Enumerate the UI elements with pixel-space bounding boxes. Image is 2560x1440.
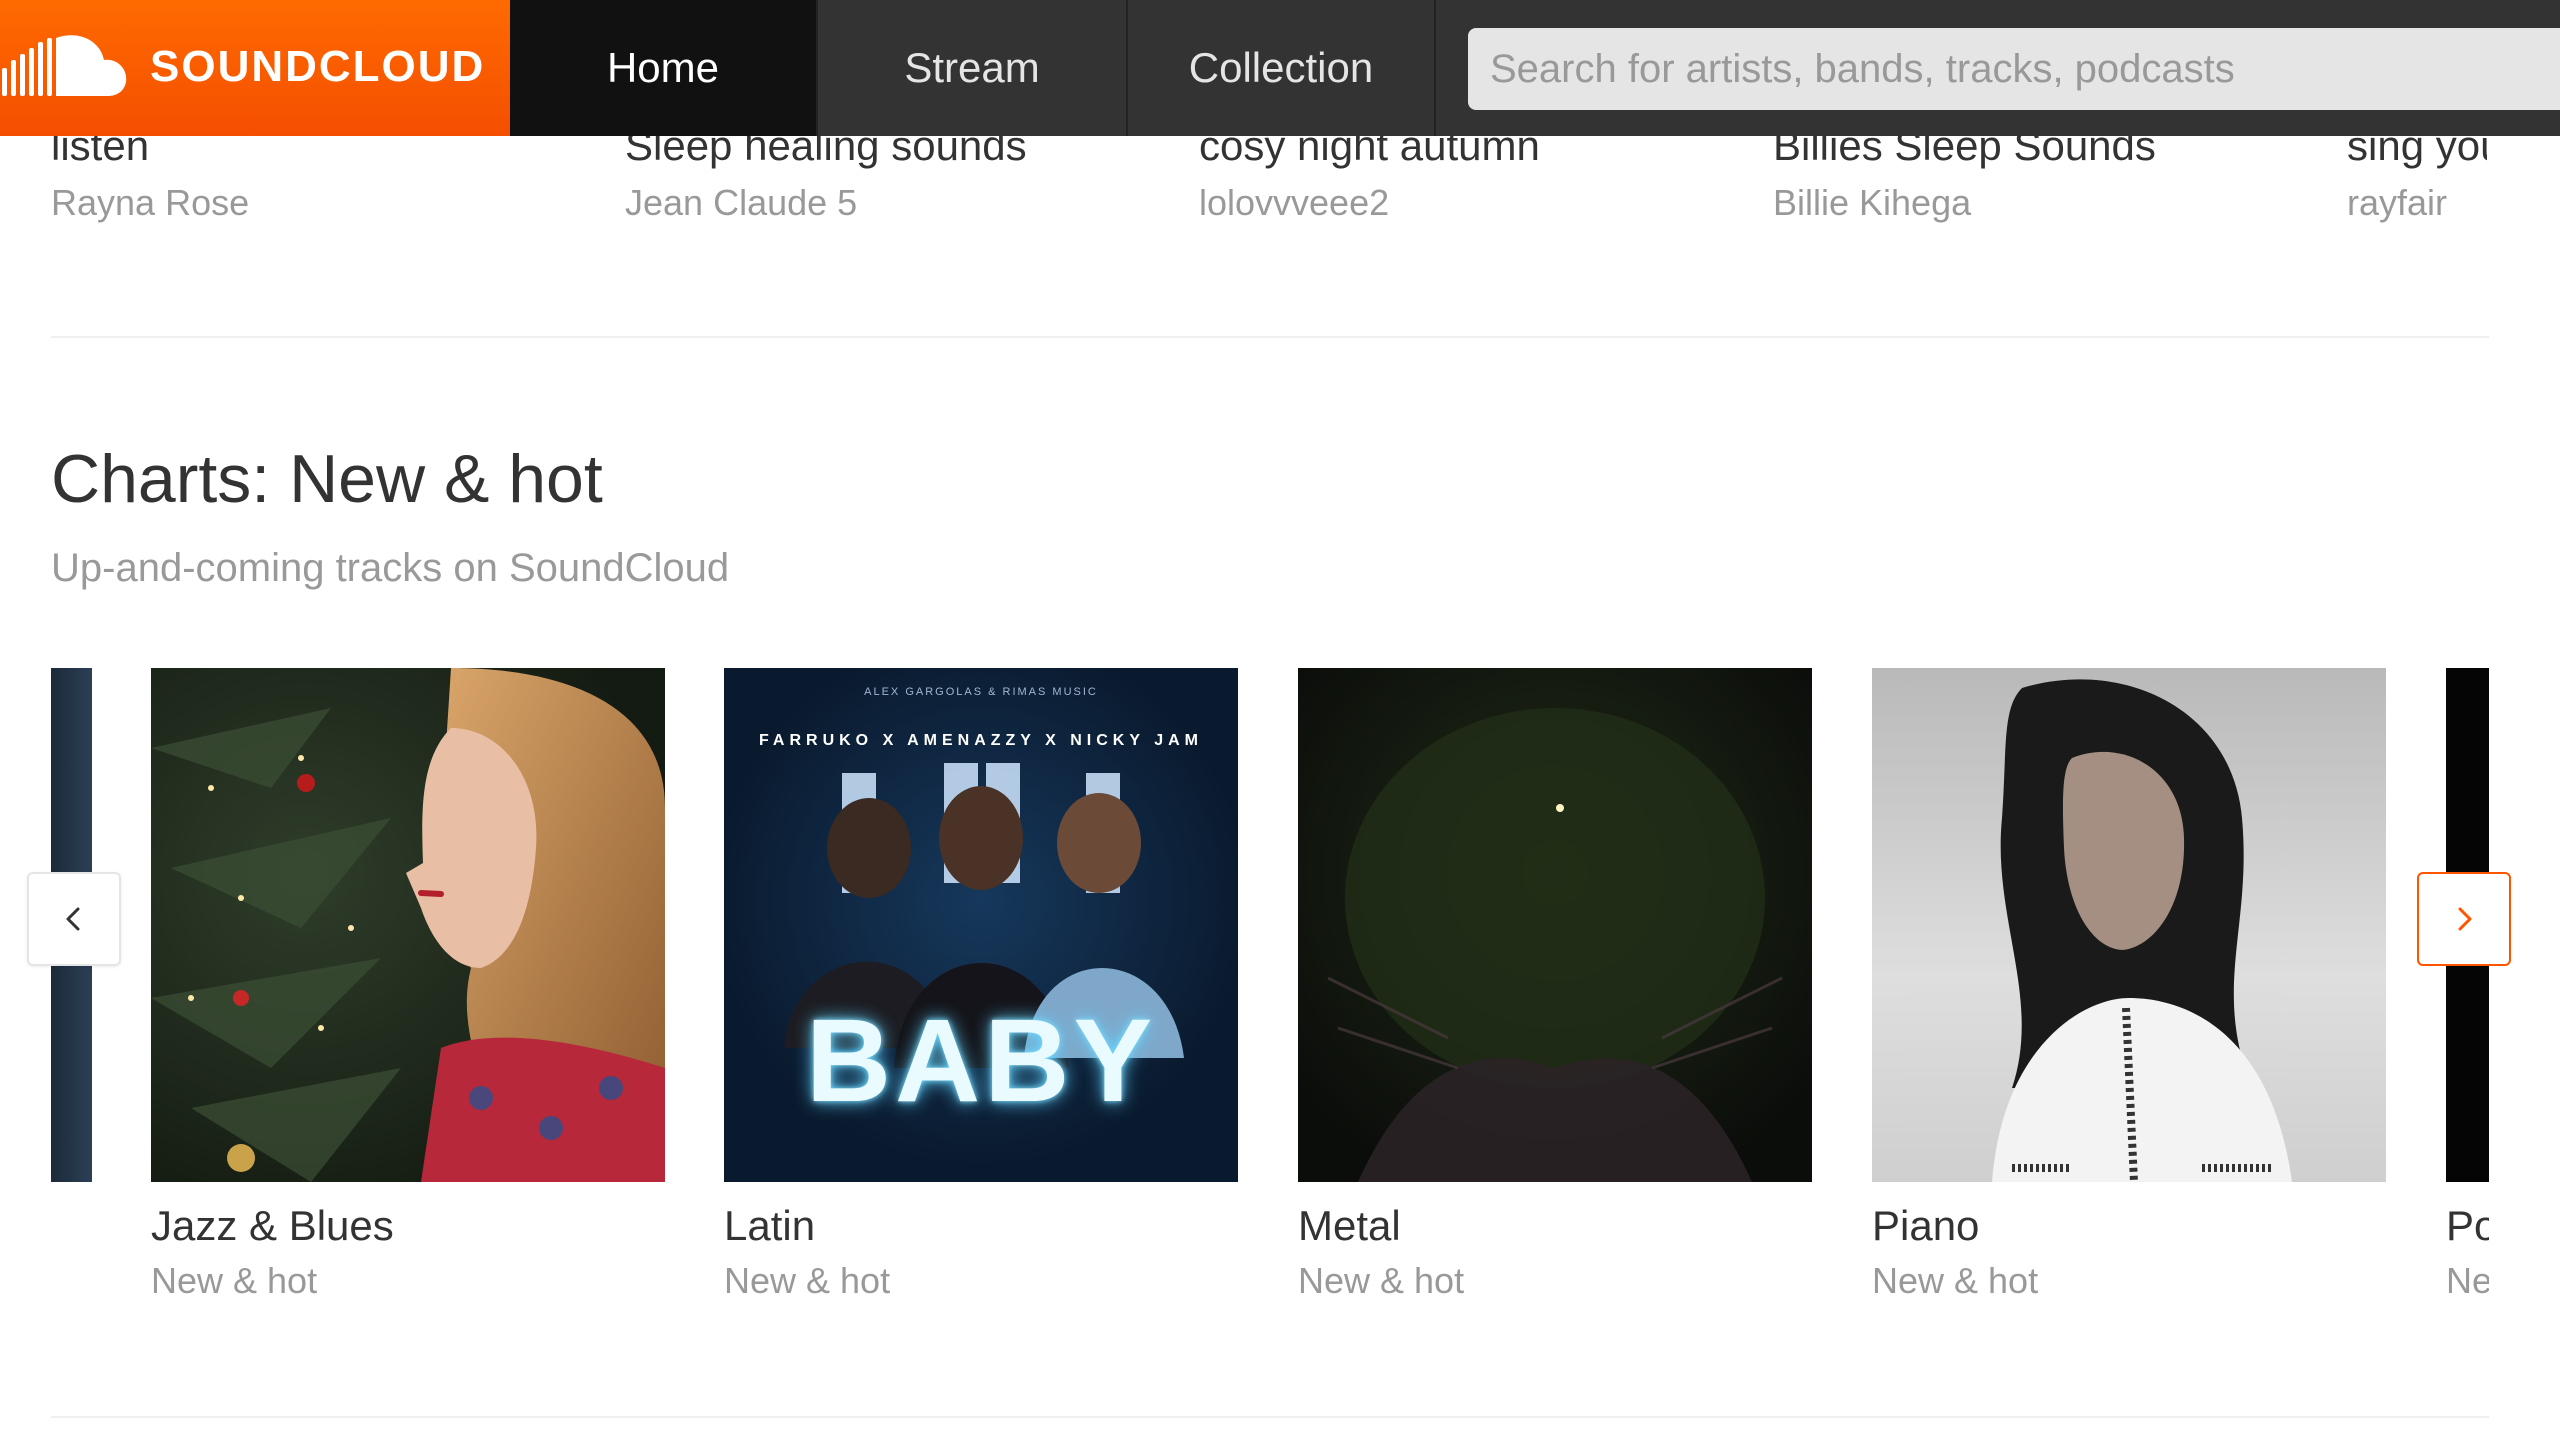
top-header: SOUNDCLOUD Home Stream Collection	[0, 0, 2560, 136]
chart-artwork[interactable]: ALEX GARGOLAS & RIMAS MUSIC FARRUKO X AM…	[724, 668, 1238, 1182]
section-subtitle: Up-and-coming tracks on SoundCloud	[51, 546, 730, 590]
nav-home[interactable]: Home	[510, 0, 818, 136]
section-title: Charts: New & hot	[51, 441, 603, 517]
soundcloud-logo[interactable]: SOUNDCLOUD	[0, 0, 510, 136]
nav-stream[interactable]: Stream	[818, 0, 1128, 136]
chart-subtitle[interactable]: New & hot	[151, 1260, 317, 1302]
track-artist[interactable]: Billie Kihega	[1773, 182, 1971, 224]
chart-title[interactable]: Metal	[1298, 1202, 1401, 1250]
track-title[interactable]: Sleep healing sounds	[625, 136, 1027, 170]
chart-title[interactable]: Latin	[724, 1202, 815, 1250]
metal-artwork-image	[1298, 668, 1812, 1182]
chevron-left-icon	[66, 907, 80, 931]
chart-subtitle[interactable]: New & hot	[2446, 1260, 2489, 1302]
section-divider	[51, 336, 2489, 338]
nav-collection[interactable]: Collection	[1128, 0, 1436, 136]
track-artist[interactable]: Jean Claude 5	[625, 182, 857, 224]
track-title[interactable]: cosy night autumn	[1199, 136, 1540, 170]
chart-title[interactable]: Jazz & Blues	[151, 1202, 394, 1250]
chart-title[interactable]: Pop	[2446, 1202, 2489, 1250]
latin-art-word: BABY	[805, 995, 1157, 1127]
chart-subtitle[interactable]: New & hot	[1298, 1260, 1464, 1302]
carousel-prev-button[interactable]	[27, 872, 121, 966]
section-divider	[51, 1416, 2489, 1418]
latin-art-label: ALEX GARGOLAS & RIMAS MUSIC	[864, 686, 1098, 698]
track-artist[interactable]: lolovvveee2	[1199, 182, 1389, 224]
search-input[interactable]	[1468, 28, 2560, 110]
latin-art-artists: FARRUKO X AMENAZZY X NICKY JAM	[759, 732, 1203, 749]
chart-tile-pop[interactable]: Pop New & hot	[2446, 668, 2489, 1328]
carousel-next-button[interactable]	[2417, 872, 2511, 966]
chart-title[interactable]: Piano	[1872, 1202, 1979, 1250]
chevron-right-icon	[2458, 907, 2472, 931]
previous-carousel-row: listen Rayna Rose Sleep healing sounds J…	[0, 136, 2560, 236]
jazz-blues-artwork-image	[151, 668, 665, 1182]
track-artist[interactable]: Rayna Rose	[51, 182, 249, 224]
track-title[interactable]: sing you	[2347, 136, 2487, 170]
chart-artwork[interactable]	[1298, 668, 1812, 1182]
track-title[interactable]: listen	[51, 136, 149, 170]
track-title[interactable]: Billies Sleep Sounds	[1773, 136, 2156, 170]
track-item[interactable]: sing you rayfair	[2347, 136, 2487, 236]
piano-artwork-image	[1872, 668, 2386, 1182]
soundcloud-cloud-icon	[2, 35, 127, 96]
chart-subtitle[interactable]: New & hot	[724, 1260, 890, 1302]
chart-artwork[interactable]	[151, 668, 665, 1182]
chart-subtitle[interactable]: New & hot	[1872, 1260, 2038, 1302]
chart-artwork[interactable]	[1872, 668, 2386, 1182]
track-artist[interactable]: rayfair	[2347, 182, 2447, 224]
logo-text: SOUNDCLOUD	[150, 42, 486, 91]
charts-carousel: Jazz & Blues New & hot ALEX GARGOLAS & R…	[0, 668, 2560, 1328]
